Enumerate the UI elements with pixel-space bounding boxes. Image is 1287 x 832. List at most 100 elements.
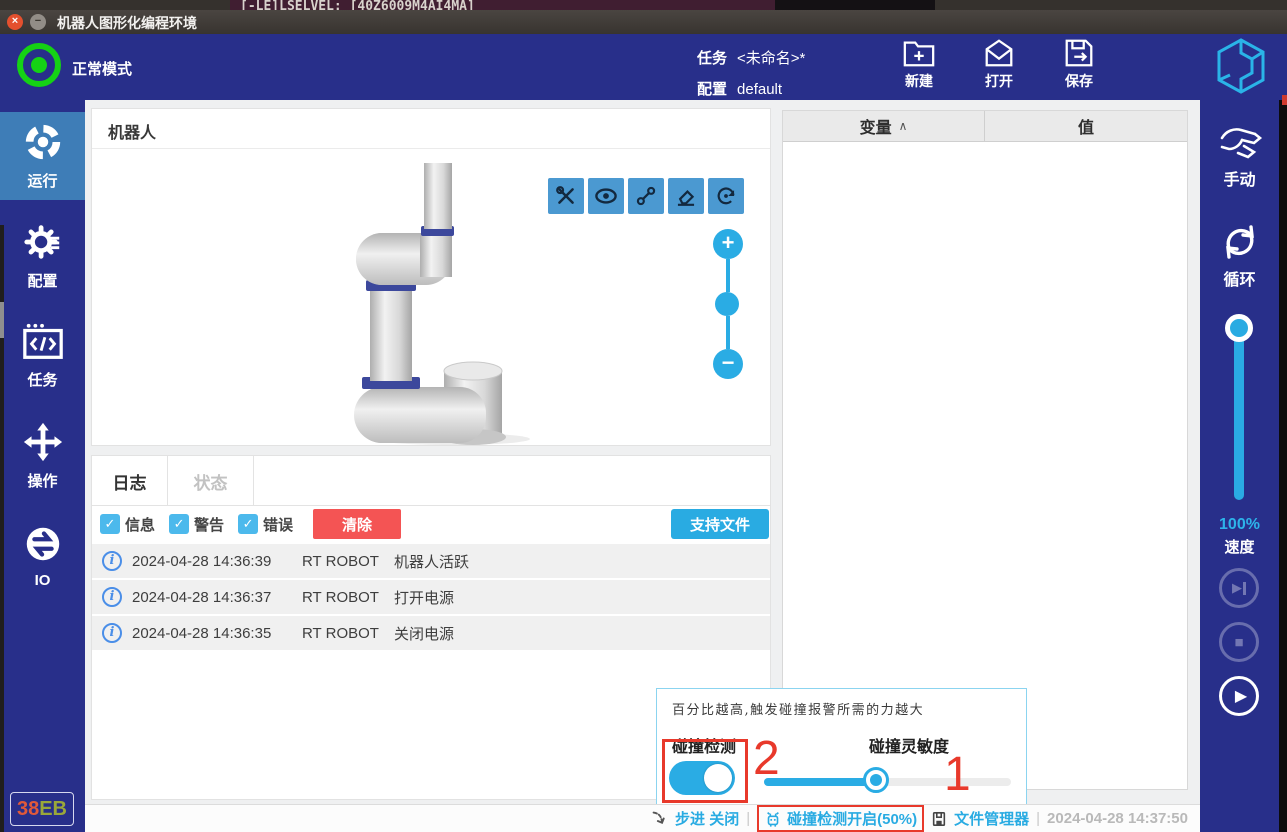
zoom-in-button[interactable]: + (713, 229, 743, 259)
info-icon: i (102, 551, 122, 571)
collision-status-label: 碰撞检测开启(50%) (787, 808, 917, 829)
sidebar-task-label: 任务 (27, 369, 57, 390)
log-time: 2024-04-28 14:36:37 (132, 589, 302, 606)
sidebar-item-io[interactable]: IO (0, 512, 85, 600)
stop-button[interactable]: ■ (1219, 622, 1259, 662)
sidebar-item-run[interactable]: 运行 (0, 112, 85, 200)
collision-hint-text: 百分比越高,触发碰撞报警所需的力越大 (672, 699, 924, 718)
eraser-icon (675, 185, 697, 207)
speed-slider-handle[interactable] (1225, 314, 1253, 342)
config-label: 配置 (697, 81, 727, 98)
filter-error-label: 错误 (263, 514, 293, 535)
column-header-variable[interactable]: 变量 ∧ (783, 111, 985, 141)
loop-label: 循环 (1200, 266, 1279, 290)
window-minimize-button[interactable]: − (30, 14, 46, 30)
annotation-number-2: 2 (753, 735, 780, 783)
hand-icon (1216, 124, 1264, 164)
background-red-sliver (1282, 95, 1287, 105)
tools-icon (555, 185, 577, 207)
tab-status[interactable]: 状态 (168, 456, 254, 506)
filter-info-label: 信息 (125, 514, 155, 535)
window-title: 机器人图形化编程环境 (57, 13, 197, 33)
new-task-button[interactable]: 新建 (887, 37, 951, 95)
checkbox-error[interactable]: ✓ (238, 514, 258, 534)
background-left-sliver (0, 225, 4, 832)
sidebar-io-label: IO (35, 572, 51, 589)
task-row: 任务<未命名>* (697, 47, 805, 68)
speed-value: 100% (1200, 516, 1279, 534)
speed-slider-track[interactable] (1234, 328, 1244, 500)
sidebar-item-config[interactable]: 配置 (0, 212, 85, 300)
sidebar-run-label: 运行 (27, 170, 57, 191)
zoom-slider-handle[interactable] (715, 292, 739, 316)
collision-detection-toggle[interactable] (669, 761, 735, 795)
sidebar-config-label: 配置 (27, 270, 57, 291)
log-entry: i 2024-04-28 14:36:37 RT ROBOT 打开电源 (92, 580, 770, 614)
zoom-track (726, 316, 730, 349)
path-points-icon (635, 185, 657, 207)
view-rotate-button[interactable] (708, 178, 744, 214)
log-source: RT ROBOT (302, 553, 392, 570)
sensitivity-slider-handle[interactable] (863, 767, 889, 793)
info-icon: i (102, 623, 122, 643)
clear-log-button[interactable]: 清除 (313, 509, 401, 539)
sensitivity-slider-fill (764, 778, 879, 786)
background-terminal-text: [-LE]LSELVEL: [40Z6009M4AI4MA] (240, 0, 475, 10)
rotate-icon (715, 185, 737, 207)
checkbox-info[interactable]: ✓ (100, 514, 120, 534)
log-source: RT ROBOT (302, 589, 392, 606)
badge-left: 38 (17, 798, 39, 820)
run-icon (22, 121, 64, 163)
zoom-out-button[interactable]: − (713, 349, 743, 379)
variables-table-header: 变量 ∧ 值 (783, 111, 1187, 142)
robot-panel-title: 机器人 (108, 119, 156, 143)
brand-logo-icon (1214, 37, 1268, 95)
play-button[interactable]: ▶ (1219, 676, 1259, 716)
step-forward-icon: ▶ (1232, 580, 1242, 596)
status-code-badge: 38EB (10, 792, 74, 826)
loop-cycle-icon (1218, 220, 1262, 264)
file-manager-button[interactable]: 文件管理器 (954, 808, 1029, 829)
file-manager-icon (931, 811, 947, 827)
new-task-label: 新建 (887, 71, 951, 91)
annotation-number-1: 1 (944, 751, 971, 799)
open-task-button[interactable]: 打开 (967, 37, 1031, 95)
toggle-knob (704, 764, 732, 792)
separator: | (746, 810, 750, 827)
save-icon (1062, 37, 1096, 69)
code-window-icon (21, 322, 65, 362)
manual-mode-button[interactable] (1200, 124, 1279, 169)
log-source: RT ROBOT (302, 625, 392, 642)
tab-log[interactable]: 日志 (92, 456, 168, 506)
log-tab-bar: 日志 状态 (92, 456, 770, 506)
filter-warning-label: 警告 (194, 514, 224, 535)
view-visibility-button[interactable] (588, 178, 624, 214)
manual-label: 手动 (1200, 166, 1279, 190)
sidebar-item-operate[interactable]: 操作 (0, 412, 85, 500)
collision-robot-icon (764, 810, 782, 828)
sidebar-item-task[interactable]: 任务 (0, 312, 85, 400)
gear-icon (22, 221, 64, 263)
step-forward-button[interactable]: ▶ (1219, 568, 1259, 608)
badge-right: EB (39, 798, 67, 820)
task-value: <未命名>* (737, 50, 805, 67)
column-header-value[interactable]: 值 (985, 111, 1187, 141)
play-icon: ▶ (1231, 686, 1247, 706)
save-task-button[interactable]: 保存 (1047, 37, 1111, 95)
step-mode-status[interactable]: 步进 关闭 (675, 808, 739, 829)
sort-ascending-icon: ∧ (899, 119, 908, 133)
support-file-button[interactable]: 支持文件 (671, 509, 769, 539)
config-value: default (737, 81, 782, 98)
loop-mode-button[interactable] (1200, 220, 1279, 269)
view-eraser-button[interactable] (668, 178, 704, 214)
view-tools-button[interactable] (548, 178, 584, 214)
collision-status-annotated[interactable]: 碰撞检测开启(50%) (757, 805, 924, 832)
window-close-button[interactable]: × (7, 14, 23, 30)
log-time: 2024-04-28 14:36:39 (132, 553, 302, 570)
log-entry-list: i 2024-04-28 14:36:39 RT ROBOT 机器人活跃 i 2… (92, 544, 770, 652)
view-path-button[interactable] (628, 178, 664, 214)
config-row: 配置 default (697, 78, 782, 99)
robot-view-panel: 机器人 (91, 108, 771, 446)
log-message: 关闭电源 (394, 623, 454, 644)
checkbox-warning[interactable]: ✓ (169, 514, 189, 534)
